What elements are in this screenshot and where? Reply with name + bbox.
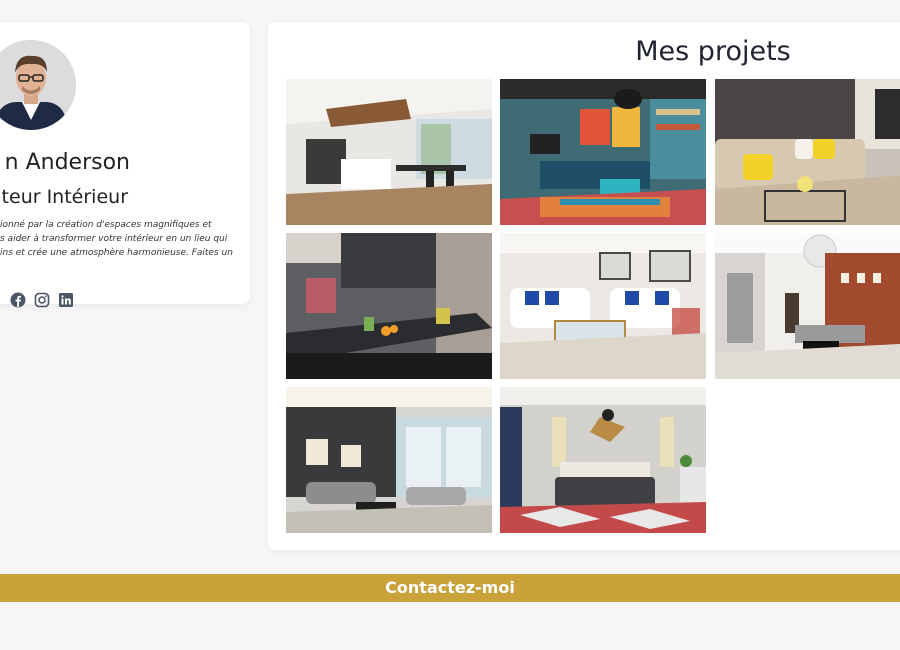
profile-bio: ionné par la création d'espaces magnifiq… <box>0 220 233 258</box>
projects-title: Mes projets <box>635 36 791 67</box>
profile-name: n Anderson <box>4 150 130 175</box>
instagram-icon[interactable] <box>34 292 50 308</box>
project-image-colorful-living[interactable] <box>500 79 706 225</box>
project-image-grey-sofa[interactable] <box>286 387 492 533</box>
facebook-icon[interactable] <box>10 292 26 308</box>
project-image-bedroom[interactable] <box>500 387 706 533</box>
avatar <box>0 40 76 130</box>
profile-card: n Anderson ateur Intérieur ionné par la … <box>0 22 250 308</box>
project-image-dark-kitchen[interactable] <box>286 233 492 379</box>
linkedin-icon[interactable] <box>58 292 74 308</box>
profile-role: ateur Intérieur <box>0 186 128 208</box>
contact-button[interactable]: Contactez-moi <box>0 574 900 602</box>
project-image-brick-wall[interactable] <box>715 233 900 379</box>
project-image-yellow-cushions[interactable] <box>715 79 900 225</box>
project-image-kitchen[interactable] <box>286 79 492 225</box>
project-image-white-sofa[interactable] <box>500 233 706 379</box>
social-links <box>10 292 74 308</box>
